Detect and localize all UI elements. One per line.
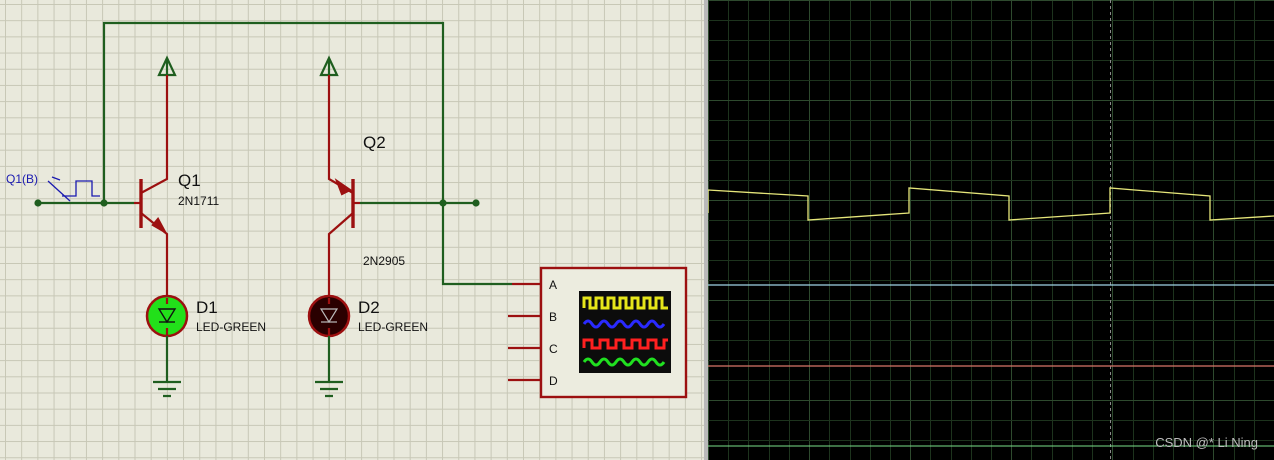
q2-part-number: 2N2905 xyxy=(363,254,405,268)
transistor-q1[interactable] xyxy=(134,75,169,298)
output-terminal[interactable] xyxy=(472,199,480,207)
input-terminal[interactable] xyxy=(34,199,42,207)
oscilloscope-instrument[interactable] xyxy=(508,266,688,399)
led-d1[interactable] xyxy=(145,294,189,338)
generator-label: Q1(B) xyxy=(6,172,38,186)
q2-reference: Q2 xyxy=(363,133,386,152)
d1-part-number: LED-GREEN xyxy=(196,320,266,334)
power-arrow-icon[interactable] xyxy=(319,55,339,77)
power-arrow-icon[interactable] xyxy=(157,55,177,77)
led-d2[interactable] xyxy=(307,294,351,338)
scope-input-c-label: C xyxy=(549,342,558,356)
q1-reference: Q1 xyxy=(178,171,201,190)
schematic-drawing: Q1(B) Q1 2N1711 Q2 2N2905 D1 LED-GREEN D… xyxy=(6,21,688,399)
scope-screen xyxy=(708,0,1274,460)
oscilloscope-display[interactable]: CSDN @* Li Ning xyxy=(708,0,1274,460)
d1-reference: D1 xyxy=(196,298,218,317)
watermark: CSDN @* Li Ning xyxy=(1155,435,1258,450)
scope-input-a-label: A xyxy=(549,278,557,292)
junction-dot xyxy=(439,199,447,207)
pulse-generator-symbol[interactable] xyxy=(47,176,100,202)
d2-part-number: LED-GREEN xyxy=(358,320,428,334)
junction-dot xyxy=(100,199,108,207)
app-window: Q1(B) Q1 2N1711 Q2 2N2905 D1 LED-GREEN D… xyxy=(0,0,1274,460)
scope-input-b-label: B xyxy=(549,310,557,324)
d2-reference: D2 xyxy=(358,298,380,317)
scope-input-d-label: D xyxy=(549,374,558,388)
q1-part-number: 2N1711 xyxy=(178,194,219,208)
scope-grid xyxy=(708,0,1274,460)
schematic-canvas[interactable]: Q1(B) Q1 2N1711 Q2 2N2905 D1 LED-GREEN D… xyxy=(0,0,706,460)
ground-icon[interactable] xyxy=(315,336,343,398)
ground-icon[interactable] xyxy=(153,336,181,398)
transistor-q2[interactable] xyxy=(327,75,360,298)
